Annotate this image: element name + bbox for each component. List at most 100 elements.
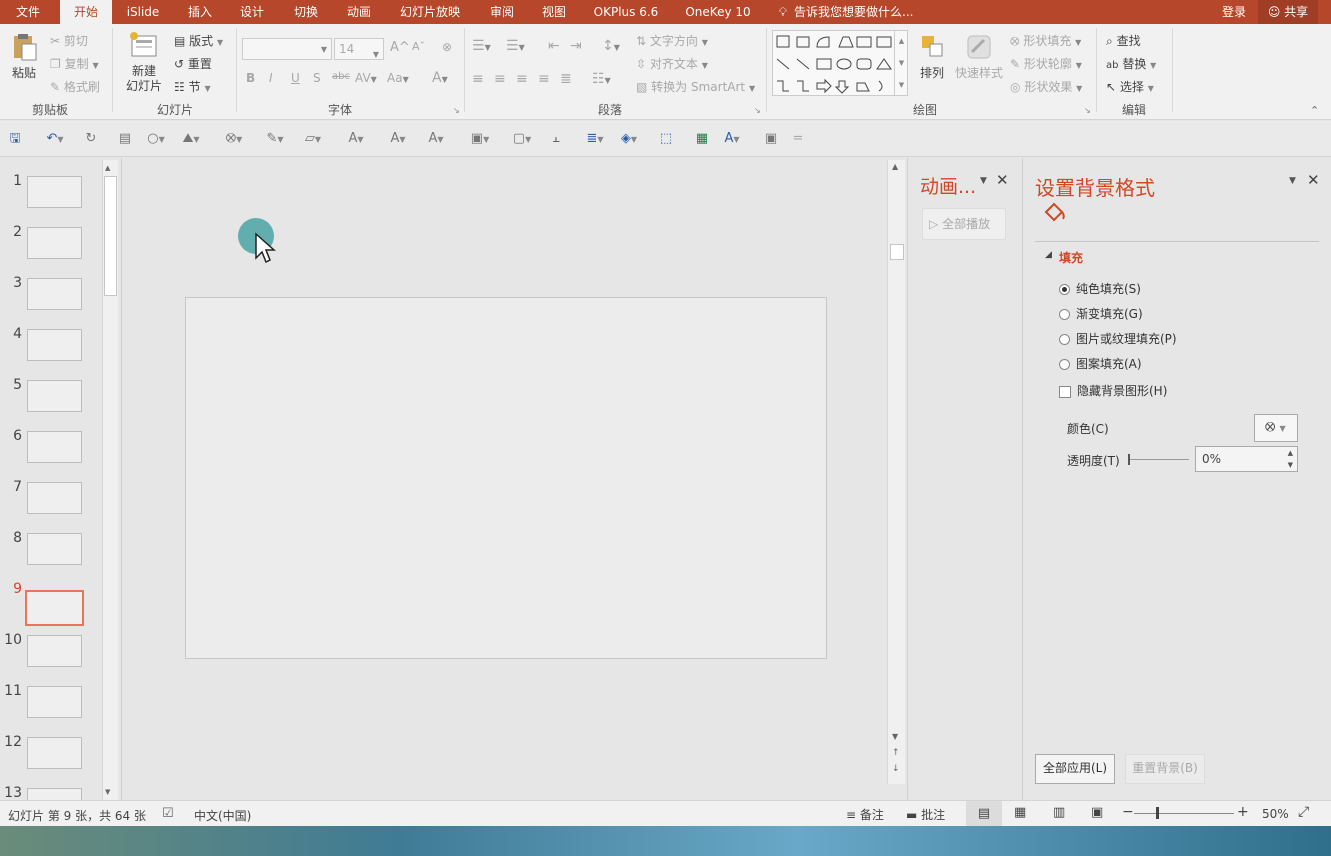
scroll-up-icon[interactable]: ▲	[892, 162, 898, 171]
radio-pattern-fill[interactable]: 图案填充(A)	[1059, 355, 1142, 372]
merge-shapes-icon[interactable]: ◈▼	[614, 129, 644, 149]
slide-thumbnail[interactable]	[27, 686, 82, 718]
dialog-launcher-icon[interactable]: ↘	[754, 106, 761, 115]
underline-button[interactable]: U	[291, 71, 300, 85]
hide-background-checkbox[interactable]: 隐藏背景图形(H)	[1059, 382, 1167, 399]
slide-thumbnail[interactable]	[27, 635, 82, 667]
align-left-button[interactable]: ≡	[472, 71, 484, 87]
tab-insert[interactable]: 插入	[178, 0, 222, 24]
textbox-icon[interactable]: ▤	[116, 129, 134, 149]
slide-thumbnail[interactable]	[27, 431, 82, 463]
shapes-icon[interactable]: ○▼	[142, 129, 170, 149]
slide-canvas[interactable]	[185, 297, 827, 659]
select-button[interactable]: ↖ 选择 ▼	[1106, 78, 1154, 95]
font-size-select[interactable]: 14 ▼	[334, 38, 384, 60]
copy-button[interactable]: ❐ 复制 ▼	[50, 55, 99, 72]
strikethrough-button[interactable]: abc	[332, 71, 350, 82]
tab-slideshow[interactable]: 幻灯片放映	[394, 0, 466, 24]
normal-view-icon[interactable]: ▤	[966, 801, 1002, 827]
replace-button[interactable]: ab 替换 ▼	[1106, 55, 1156, 72]
shadow-button[interactable]: S	[313, 71, 321, 85]
align-text-button[interactable]: ⇳ 对齐文本 ▼	[636, 55, 708, 72]
reading-view-icon[interactable]: ▥	[1053, 805, 1065, 820]
close-icon[interactable]: ✕	[1307, 171, 1320, 189]
radio-button[interactable]	[1059, 284, 1070, 295]
format-painter-button[interactable]: ✎ 格式刷	[50, 78, 100, 95]
dialog-launcher-icon[interactable]: ↘	[1084, 106, 1091, 115]
cut-button[interactable]: ✂ 剪切	[50, 32, 88, 49]
radio-button[interactable]	[1059, 309, 1070, 320]
numbering-button[interactable]: ☰▼	[506, 38, 525, 54]
expand-triangle-icon[interactable]: ◢	[1045, 250, 1052, 260]
arrange-button[interactable]: 排列	[916, 32, 948, 81]
checkbox[interactable]	[1059, 385, 1071, 398]
shape-effects-button[interactable]: ◎ 形状效果 ▼	[1010, 78, 1082, 95]
shrink-font-button[interactable]: Aˇ	[412, 40, 425, 53]
slider-handle[interactable]	[1128, 454, 1130, 465]
slide-thumbnail-selected[interactable]	[25, 590, 84, 626]
find-button[interactable]: ⌕ 查找	[1106, 32, 1141, 49]
table-icon[interactable]: ▦	[692, 129, 712, 149]
tab-file[interactable]: 文件	[0, 0, 56, 24]
radio-gradient-fill[interactable]: 渐变填充(G)	[1059, 305, 1143, 322]
slide-thumbnail[interactable]	[27, 533, 82, 565]
picture-icon[interactable]: ⛰▼	[176, 129, 206, 149]
slide-thumbnail[interactable]	[27, 227, 82, 259]
tab-okplus[interactable]: OKPlus 6.6	[588, 0, 664, 24]
slide-thumbnail[interactable]	[27, 278, 82, 310]
quick-styles-button[interactable]: 快速样式	[952, 32, 1006, 81]
smartart-button[interactable]: ▧ 转换为 SmartArt ▼	[636, 78, 755, 95]
layout-button[interactable]: ▤ 版式 ▼	[174, 32, 223, 49]
reset-button[interactable]: ↺ 重置	[174, 55, 212, 72]
radio-picture-fill[interactable]: 图片或纹理填充(P)	[1059, 330, 1177, 347]
columns-button[interactable]: ☷▼	[592, 71, 611, 87]
dialog-launcher-icon[interactable]: ↘	[453, 106, 460, 115]
distributed-button[interactable]: ≣	[560, 71, 572, 87]
scroll-thumb[interactable]	[104, 176, 117, 296]
eraser-icon[interactable]: ▱▼	[298, 129, 328, 149]
change-case-button[interactable]: Aa▼	[387, 71, 409, 85]
reset-background-button[interactable]: 重置背景(B)	[1125, 754, 1205, 784]
color-picker-button[interactable]: ⭙ ▼	[1254, 414, 1298, 442]
previous-slide-icon[interactable]: ↑	[892, 748, 900, 758]
ungroup-icon[interactable]: ▢▼	[508, 129, 536, 149]
radio-button[interactable]	[1059, 334, 1070, 345]
align-objects-icon[interactable]: ⫠	[546, 129, 566, 149]
slide-sorter-icon[interactable]: ▦	[1014, 805, 1026, 820]
radio-solid-fill[interactable]: 纯色填充(S)	[1059, 280, 1141, 297]
wordart-icon[interactable]: A▼	[716, 129, 748, 149]
slide-thumbnail[interactable]	[27, 380, 82, 412]
fill-icon[interactable]: ⭙▼	[220, 129, 248, 149]
tab-review[interactable]: 审阅	[480, 0, 524, 24]
sign-in-link[interactable]: 登录	[1216, 0, 1252, 24]
tell-me-search[interactable]: 告诉我您想要做什么...	[794, 0, 918, 24]
text-direction-button[interactable]: ⇅ 文字方向 ▼	[636, 32, 708, 49]
grow-font-button[interactable]: A^	[390, 40, 410, 55]
tab-view[interactable]: 视图	[532, 0, 576, 24]
outline-icon[interactable]: ✎▼	[260, 129, 290, 149]
next-slide-icon[interactable]: ↓	[892, 764, 900, 774]
play-all-button[interactable]: ▷ 全部播放	[922, 208, 1006, 240]
customize-qat-icon[interactable]: =	[792, 129, 804, 149]
clear-format-icon[interactable]: ⊗	[442, 40, 452, 54]
pane-options-icon[interactable]: ▼	[1289, 176, 1296, 186]
font-color-button[interactable]: A▼	[432, 70, 448, 86]
gallery-scroll[interactable]: ▲ ▼ ▼	[894, 30, 908, 96]
fit-to-window-icon[interactable]: ⤢	[1298, 804, 1309, 820]
notes-button[interactable]: ≡ 备注	[846, 806, 884, 823]
transparency-input[interactable]: 0% ▲ ▼	[1195, 446, 1298, 472]
increase-indent-button[interactable]: ⇥	[570, 38, 582, 54]
slide-thumbnail[interactable]	[27, 329, 82, 361]
align-right-button[interactable]: ≡	[516, 71, 528, 87]
pane-options-icon[interactable]: ▼	[980, 176, 987, 186]
apply-to-all-button[interactable]: 全部应用(L)	[1035, 754, 1115, 784]
radio-button[interactable]	[1059, 359, 1070, 370]
scroll-down-icon[interactable]: ▼	[892, 732, 898, 741]
distribute-icon[interactable]: ≣▼	[580, 129, 610, 149]
tab-home[interactable]: 开始	[60, 0, 112, 24]
bold-button[interactable]: B	[246, 71, 255, 85]
slideshow-icon[interactable]: ▣	[760, 129, 782, 149]
text-fill-icon[interactable]: A▼	[342, 129, 370, 149]
char-spacing-button[interactable]: AV▼	[355, 71, 377, 85]
group-objects-icon[interactable]: ▣▼	[466, 129, 494, 149]
